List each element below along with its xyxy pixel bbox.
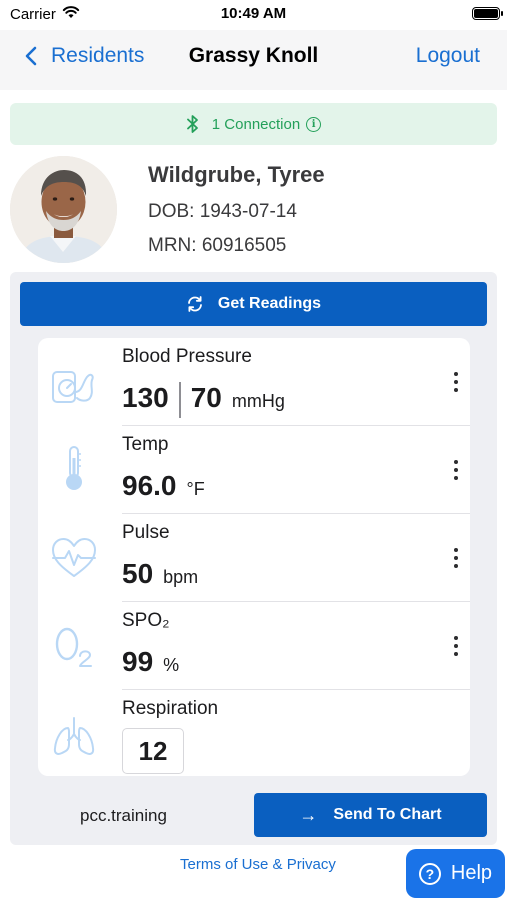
chevron-left-icon: [25, 46, 37, 66]
arrow-right-icon: →: [299, 804, 318, 825]
connection-banner[interactable]: 1 Connection i: [10, 103, 497, 145]
vital-row-pulse: Pulse 50 bpm: [38, 514, 470, 602]
more-options-icon[interactable]: [448, 544, 464, 572]
vital-unit: bpm: [163, 567, 199, 587]
bluetooth-icon: [186, 115, 198, 133]
question-icon: ?: [418, 862, 441, 885]
pulse-value: 50: [122, 558, 154, 589]
vital-value-row: 96.0 °F: [122, 470, 205, 502]
more-options-icon[interactable]: [448, 368, 464, 396]
vital-label: Blood Pressure: [122, 346, 252, 367]
vitals-panel: Get Readings Blood Pressure 130 70 mmHg: [10, 272, 497, 845]
vital-value-row: 99 %: [122, 646, 179, 678]
vital-unit: %: [163, 655, 180, 675]
send-to-chart-label: Send To Chart: [333, 806, 442, 823]
clock: 10:49 AM: [220, 5, 287, 22]
vital-value-row: 50 bpm: [122, 558, 198, 590]
more-options-icon[interactable]: [448, 632, 464, 660]
vital-row-spo2: SPO₂ 99 %: [38, 602, 470, 690]
resident-avatar: [10, 156, 117, 263]
thermometer-icon: [66, 446, 82, 490]
resident-name: Wildgrube, Tyree: [148, 162, 325, 187]
vital-label: Temp: [122, 434, 169, 455]
heartbeat-icon: [52, 538, 96, 577]
diastolic-value: 70: [190, 382, 222, 413]
spo2-value: 99: [122, 646, 154, 677]
respiration-input[interactable]: 12: [122, 728, 184, 774]
info-icon[interactable]: i: [306, 116, 322, 132]
connection-status-text: 1 Connection: [211, 115, 301, 133]
vitals-list: Blood Pressure 130 70 mmHg Temp 96.0 °F: [38, 338, 470, 776]
vital-label: SPO₂: [122, 610, 170, 631]
vital-row-temp: Temp 96.0 °F: [38, 426, 470, 514]
get-readings-label: Get Readings: [217, 295, 322, 312]
vital-row-blood-pressure: Blood Pressure 130 70 mmHg: [38, 338, 470, 426]
logout-button[interactable]: Logout: [416, 44, 480, 68]
bp-divider: [178, 382, 181, 418]
resident-mrn: MRN: 60916505: [148, 235, 287, 256]
resident-dob: DOB: 1943-07-14: [148, 201, 297, 222]
back-button-label: Residents: [51, 44, 145, 67]
systolic-value: 130: [122, 382, 169, 413]
help-button[interactable]: ? Help: [406, 849, 505, 898]
back-button[interactable]: Residents: [25, 44, 144, 68]
site-label: pcc.training: [80, 806, 167, 825]
vital-value-row: 130 70 mmHg: [122, 382, 285, 418]
help-label: Help: [450, 862, 493, 884]
vital-row-respiration: Respiration 12: [38, 690, 470, 778]
refresh-icon: [188, 296, 202, 312]
navigation-bar: Residents Grassy Knoll Logout: [0, 30, 507, 90]
battery-icon: [472, 7, 503, 20]
send-to-chart-button[interactable]: → Send To Chart: [254, 793, 487, 837]
vital-unit: mmHg: [231, 391, 285, 411]
vital-label: Pulse: [122, 522, 170, 543]
vital-label: Respiration: [122, 698, 219, 719]
lungs-icon: [53, 717, 95, 755]
resident-photo: [10, 156, 117, 263]
vital-unit: °F: [186, 479, 205, 499]
temp-value: 96.0: [122, 470, 177, 501]
get-readings-button[interactable]: Get Readings: [20, 282, 487, 326]
terms-privacy-link[interactable]: Terms of Use & Privacy: [180, 856, 336, 873]
blood-pressure-cuff-icon: [52, 371, 94, 403]
status-bar: Carrier 10:49 AM: [0, 0, 507, 30]
oxygen-icon: [55, 627, 92, 667]
more-options-icon[interactable]: [448, 456, 464, 484]
